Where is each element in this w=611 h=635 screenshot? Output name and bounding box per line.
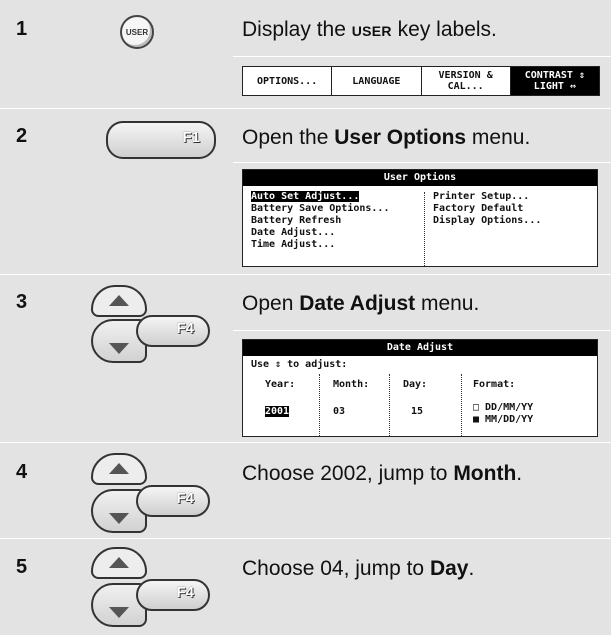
step-2: 2 F1 Open the User Options menu. User Op… <box>0 109 611 274</box>
step-number: 4 <box>16 461 28 483</box>
step-1: 1 USER Display the USER key labels. OPTI… <box>0 0 611 108</box>
format-mmddyy[interactable]: ■ MM/DD/YY <box>473 414 533 426</box>
date-adjust-menu: Date Adjust Use ⇕ to adjust: Year: Month… <box>242 339 598 437</box>
up-arrow-key-icon[interactable] <box>91 285 147 317</box>
day-header: Day: <box>403 379 428 390</box>
step-instruction: Choose 04, jump to Day. <box>242 557 475 580</box>
up-arrow-key-icon[interactable] <box>91 547 147 579</box>
year-header: Year: <box>265 379 296 390</box>
step-number: 5 <box>16 556 28 578</box>
f4-key-icon[interactable]: F4 <box>136 579 210 611</box>
menu-item-auto-set-adjust[interactable]: Auto Set Adjust... <box>251 191 360 202</box>
f1-key-icon[interactable]: F1 <box>106 121 216 159</box>
user-key-icon[interactable]: USER <box>120 15 154 49</box>
menu-item-printer-setup[interactable]: Printer Setup... <box>433 191 541 203</box>
adjust-hint: Use ⇕ to adjust: <box>251 359 348 370</box>
format-header: Format: <box>473 379 516 390</box>
step-instruction: Choose 2002, jump to Month. <box>242 462 523 485</box>
year-value[interactable]: 2001 <box>265 406 290 417</box>
menu-item-factory-default[interactable]: Factory Default <box>433 203 541 215</box>
step-4: 4 F4 Choose 2002, jump to Month. <box>0 443 611 538</box>
format-ddmmyy[interactable]: □ DD/MM/YY <box>473 402 533 414</box>
softkey-version-cal[interactable]: VERSION & CAL... <box>422 67 511 95</box>
f4-key-icon[interactable]: F4 <box>136 485 210 517</box>
menu-title: Date Adjust <box>243 340 597 356</box>
step-number: 1 <box>16 18 28 40</box>
step-3: 3 F4 Open Date Adjust menu. Date Adjust … <box>0 275 611 442</box>
user-key-label: USER <box>351 23 392 39</box>
menu-item-battery-save[interactable]: Battery Save Options... <box>251 203 389 215</box>
step-number: 2 <box>16 125 28 147</box>
f4-key-icon[interactable]: F4 <box>136 315 210 347</box>
softkey-contrast-light[interactable]: CONTRAST ⇕ LIGHT ⇔ <box>510 67 599 95</box>
menu-title: User Options <box>243 170 597 186</box>
day-value[interactable]: 15 <box>411 406 423 418</box>
menu-item-display-options[interactable]: Display Options... <box>433 215 541 227</box>
menu-item-date-adjust[interactable]: Date Adjust... <box>251 227 389 239</box>
softkey-options[interactable]: OPTIONS... <box>243 67 333 95</box>
step-5: 5 F4 Choose 04, jump to Day. <box>0 539 611 635</box>
up-arrow-key-icon[interactable] <box>91 453 147 485</box>
user-options-menu: User Options Auto Set Adjust... Battery … <box>242 169 598 267</box>
step-instruction: Display the USER key labels. <box>242 18 497 41</box>
step-number: 3 <box>16 291 28 313</box>
month-value[interactable]: 03 <box>333 406 345 418</box>
menu-item-battery-refresh[interactable]: Battery Refresh <box>251 215 389 227</box>
month-header: Month: <box>333 379 370 390</box>
step-instruction: Open the User Options menu. <box>242 126 531 149</box>
softkey-language[interactable]: LANGUAGE <box>332 67 422 95</box>
softkey-bar: OPTIONS... LANGUAGE VERSION & CAL... CON… <box>242 66 600 96</box>
step-instruction: Open Date Adjust menu. <box>242 292 480 315</box>
menu-item-time-adjust[interactable]: Time Adjust... <box>251 239 389 251</box>
